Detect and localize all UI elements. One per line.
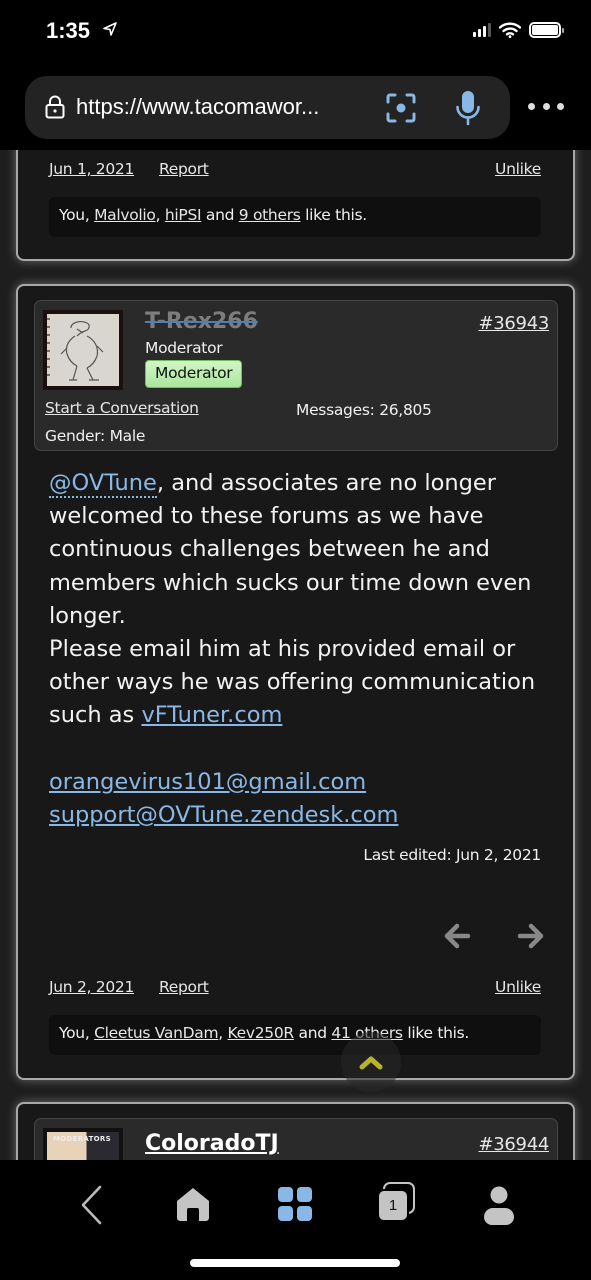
post-number-link[interactable]: #36944 bbox=[478, 1134, 549, 1155]
scroll-to-top-button[interactable] bbox=[341, 1032, 401, 1092]
chevron-up-icon bbox=[359, 1056, 383, 1070]
start-conversation-link[interactable]: Start a Conversation bbox=[45, 399, 199, 417]
gender-label: Gender: bbox=[45, 427, 105, 445]
wifi-icon bbox=[499, 22, 521, 38]
likes-and: and bbox=[293, 1024, 332, 1042]
liker-link[interactable]: hiPSI bbox=[165, 206, 202, 224]
address-bar[interactable]: https://www.tacomawor... bbox=[25, 76, 510, 139]
post-date-link[interactable]: Jun 1, 2021 bbox=[49, 160, 134, 178]
likes-suffix: like this. bbox=[300, 206, 367, 224]
trex-drawing-image bbox=[47, 314, 119, 386]
user-banner: Moderator bbox=[145, 360, 243, 388]
url-text[interactable]: https://www.tacomawor... bbox=[76, 94, 319, 120]
home-icon[interactable] bbox=[174, 1186, 212, 1222]
email-link[interactable]: orangevirus101@gmail.com bbox=[49, 769, 366, 795]
message-user-info: MODERATORS ColoradoTJ #36944 bbox=[34, 1118, 558, 1160]
microphone-icon[interactable] bbox=[455, 90, 481, 126]
scan-icon[interactable] bbox=[385, 92, 417, 124]
username-link[interactable]: T-Rex266 bbox=[145, 309, 258, 334]
gender-info: Gender: Male bbox=[45, 427, 145, 445]
thread-content[interactable]: Jun 1, 2021 Report Unlike You, Malvolio,… bbox=[0, 150, 591, 1160]
username-link[interactable]: ColoradoTJ bbox=[145, 1131, 279, 1156]
unlike-link[interactable]: Unlike bbox=[495, 978, 541, 996]
vftuner-link[interactable]: vFTuner.com bbox=[141, 702, 282, 728]
messages-value: 26,805 bbox=[379, 401, 432, 419]
arrow-left-icon[interactable] bbox=[443, 923, 471, 949]
report-link[interactable]: Report bbox=[159, 978, 209, 996]
cellular-signal-icon bbox=[473, 23, 491, 37]
grid-icon[interactable] bbox=[277, 1186, 313, 1222]
avatar[interactable] bbox=[43, 310, 123, 390]
post-number-link[interactable]: #36943 bbox=[478, 313, 549, 334]
likes-and: and bbox=[201, 206, 239, 224]
likes-summary: You, Malvolio, hiPSI and 9 others like t… bbox=[49, 197, 541, 237]
post-meta: Jun 1, 2021 Report Unlike bbox=[49, 160, 541, 182]
back-chevron-icon[interactable] bbox=[78, 1184, 106, 1226]
likes-summary: You, Cleetus VanDam, Kev250R and 41 othe… bbox=[49, 1015, 541, 1055]
lock-icon bbox=[45, 95, 65, 119]
likes-suffix: like this. bbox=[402, 1024, 470, 1042]
avatar[interactable]: MODERATORS bbox=[43, 1128, 123, 1160]
more-icon[interactable] bbox=[528, 96, 564, 116]
liker-link[interactable]: Malvolio bbox=[94, 206, 156, 224]
post: MODERATORS ColoradoTJ #36944 bbox=[16, 1102, 575, 1160]
liker-link[interactable]: Kev250R bbox=[228, 1024, 295, 1042]
report-link[interactable]: Report bbox=[159, 160, 209, 178]
last-edited: Last edited: Jun 2, 2021 bbox=[363, 846, 541, 864]
gender-value: Male bbox=[109, 427, 146, 445]
user-title: Moderator bbox=[145, 339, 223, 357]
home-indicator[interactable] bbox=[190, 1259, 400, 1267]
liker-link[interactable]: Cleetus VanDam bbox=[94, 1024, 218, 1042]
tab-count: 1 bbox=[377, 1189, 409, 1222]
message-user-info: T-Rex266 Moderator Moderator #36943 Star… bbox=[34, 300, 558, 451]
message-body: @OVTune, and associates are no longer we… bbox=[49, 467, 554, 832]
likes-prefix: You, bbox=[59, 1024, 95, 1042]
post-meta: Jun 2, 2021 Report Unlike bbox=[49, 978, 541, 1000]
location-arrow-icon bbox=[103, 22, 117, 36]
tabs-icon[interactable]: 1 bbox=[374, 1182, 418, 1224]
email-link[interactable]: support@OVTune.zendesk.com bbox=[49, 802, 398, 828]
others-link[interactable]: 9 others bbox=[239, 206, 301, 224]
messages-count: Messages: 26,805 bbox=[296, 401, 432, 419]
post: Jun 1, 2021 Report Unlike You, Malvolio,… bbox=[16, 150, 575, 261]
avatar-caption: MODERATORS bbox=[53, 1135, 111, 1143]
person-icon[interactable] bbox=[482, 1186, 516, 1226]
unlike-link[interactable]: Unlike bbox=[495, 160, 541, 178]
body-text: Please email him at his provided email o… bbox=[49, 636, 536, 729]
status-time: 1:35 bbox=[46, 18, 91, 43]
user-mention-link[interactable]: @OVTune bbox=[49, 470, 157, 498]
likes-prefix: You, bbox=[59, 206, 95, 224]
arrow-right-icon[interactable] bbox=[517, 923, 545, 949]
battery-icon bbox=[529, 22, 564, 38]
post: T-Rex266 Moderator Moderator #36943 Star… bbox=[16, 284, 575, 1080]
status-bar: 1:35 bbox=[0, 0, 591, 70]
messages-label: Messages: bbox=[296, 401, 375, 419]
post-date-link[interactable]: Jun 2, 2021 bbox=[49, 978, 134, 996]
